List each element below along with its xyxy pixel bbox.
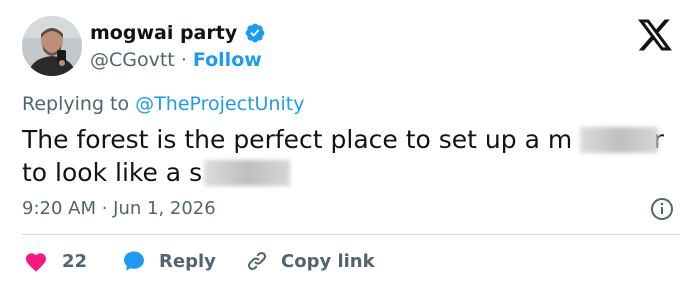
divider xyxy=(22,234,680,235)
copy-link-label: Copy link xyxy=(281,250,375,272)
censor-blur xyxy=(204,160,290,186)
avatar[interactable] xyxy=(22,16,82,76)
display-name[interactable]: mogwai party xyxy=(90,21,237,45)
reply-button[interactable]: Reply xyxy=(122,248,216,274)
reply-context: Replying to @TheProjectUnity xyxy=(22,92,304,116)
tweet-line-2-text: to look like a s xyxy=(22,158,203,187)
like-count: 22 xyxy=(62,250,88,272)
verified-badge-icon xyxy=(245,23,265,43)
separator: · xyxy=(180,49,187,71)
tweet-text: The forest is the perfect place to set u… xyxy=(22,123,682,189)
avatar-photo xyxy=(22,16,82,76)
like-button[interactable]: 22 xyxy=(24,248,87,274)
link-icon xyxy=(247,251,267,271)
heart-icon xyxy=(26,253,46,272)
censor-blur xyxy=(580,127,658,153)
handle-row: @CGovtt · Follow xyxy=(90,48,262,72)
copy-link-button[interactable]: Copy link xyxy=(245,248,375,274)
info-icon[interactable] xyxy=(650,197,674,221)
reply-label: Reply xyxy=(159,250,216,272)
x-logo-icon[interactable] xyxy=(636,18,674,52)
tweet-line-1: The forest is the perfect place to set u… xyxy=(22,123,682,156)
tweet-line-2: to look like a se. xyxy=(22,156,682,189)
reply-mention-link[interactable]: @TheProjectUnity xyxy=(135,93,304,115)
speech-bubble-icon xyxy=(124,251,144,271)
tweet-line-1-text: The forest is the perfect place to set u… xyxy=(22,125,573,154)
reply-prefix: Replying to xyxy=(22,93,130,115)
handle[interactable]: @CGovtt xyxy=(90,49,175,71)
follow-button[interactable]: Follow xyxy=(193,49,262,71)
tweet-timestamp[interactable]: 9:20 AM · Jun 1, 2026 xyxy=(22,197,216,221)
